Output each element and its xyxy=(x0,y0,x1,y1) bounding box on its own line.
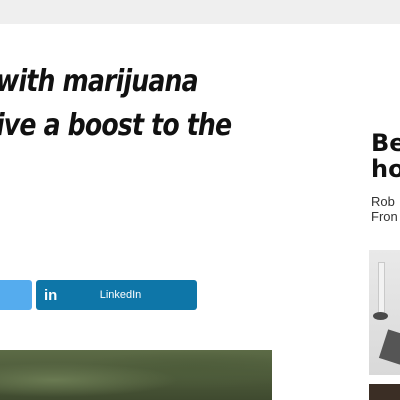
sidebar-article-byline: Rob Fron xyxy=(371,194,398,224)
sidebar-byline-line: Fron xyxy=(371,209,398,224)
linkedin-icon: in xyxy=(44,286,58,304)
sidebar-article-title[interactable]: Be ho xyxy=(371,130,400,182)
top-bar xyxy=(0,0,400,24)
candle-graphic xyxy=(378,262,385,316)
linkedin-share-label: LinkedIn xyxy=(99,289,142,301)
headline-line: ive a boost to the xyxy=(0,108,232,143)
article-headline: with marijuana ive a boost to the xyxy=(0,60,298,148)
sidebar-title-line: Be xyxy=(371,129,400,157)
sidebar-article-image[interactable] xyxy=(369,250,400,375)
article-hero-image xyxy=(0,350,272,400)
sidebar-title-line: ho xyxy=(371,155,400,183)
headline-line: with marijuana xyxy=(0,64,199,99)
slate-graphic xyxy=(378,329,400,365)
candle-holder-graphic xyxy=(373,312,388,320)
sidebar-byline-line: Rob xyxy=(371,194,395,209)
linkedin-share-button[interactable]: in LinkedIn xyxy=(36,280,197,310)
sidebar-second-image[interactable] xyxy=(369,384,400,400)
twitter-share-button[interactable] xyxy=(0,280,32,310)
